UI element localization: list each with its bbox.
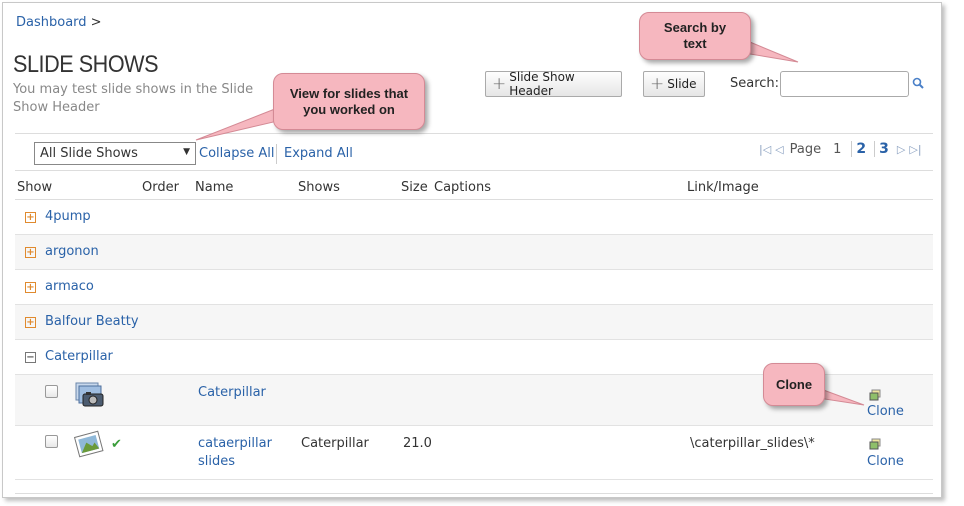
expand-plus-icon[interactable]: + bbox=[25, 212, 36, 223]
add-slide-show-header-label: Slide Show Header bbox=[509, 70, 575, 98]
page-title: SLIDE SHOWS bbox=[13, 51, 159, 78]
column-header-order[interactable]: Order bbox=[142, 180, 179, 195]
add-slide-show-header-button[interactable]: + Slide Show Header bbox=[485, 70, 622, 98]
slide-image-icon bbox=[73, 430, 104, 458]
next-page-icon[interactable]: ▷ bbox=[897, 143, 905, 156]
collapse-all-link[interactable]: Collapse All bbox=[199, 146, 275, 161]
group-label[interactable]: Caterpillar bbox=[45, 349, 113, 364]
search-input[interactable] bbox=[780, 71, 909, 97]
plus-icon: + bbox=[650, 74, 665, 94]
group-label[interactable]: argonon bbox=[45, 244, 99, 259]
checkmark-icon: ✔ bbox=[111, 437, 122, 452]
callout-clone-text: Clone bbox=[775, 376, 813, 392]
breadcrumb-separator: > bbox=[90, 15, 102, 30]
expand-plus-icon[interactable]: + bbox=[25, 282, 36, 293]
first-page-icon[interactable]: |◁ bbox=[759, 143, 771, 156]
page-frame: Dashboard > SLIDE SHOWS You may test sli… bbox=[2, 2, 942, 498]
column-header-link-image[interactable]: Link/Image bbox=[687, 180, 759, 195]
clone-icon[interactable] bbox=[869, 389, 881, 401]
clone-link[interactable]: Clone bbox=[867, 453, 904, 471]
add-slide-button[interactable]: + Slide bbox=[643, 71, 705, 97]
slide-name-line: cataerpillar bbox=[198, 436, 272, 451]
clone-link[interactable]: Clone bbox=[867, 403, 904, 421]
column-header-size[interactable]: Size bbox=[401, 180, 428, 195]
shows-value: Caterpillar bbox=[301, 436, 369, 451]
slide-name-link[interactable]: cataerpillar slides bbox=[198, 435, 272, 471]
show-checkbox[interactable] bbox=[45, 435, 58, 448]
column-header-show: Show bbox=[17, 180, 53, 195]
callout-search-text: Search by text bbox=[663, 20, 727, 51]
breadcrumb: Dashboard > bbox=[16, 15, 102, 30]
column-header-captions[interactable]: Captions bbox=[434, 180, 491, 195]
callout-search: Search by text bbox=[639, 12, 751, 60]
collapse-minus-icon[interactable]: − bbox=[25, 352, 36, 363]
divider bbox=[276, 144, 277, 164]
search-icon[interactable] bbox=[912, 77, 924, 89]
group-row: + armaco bbox=[15, 270, 933, 305]
plus-icon: + bbox=[492, 74, 507, 94]
prev-page-icon[interactable]: ◁ bbox=[775, 143, 783, 156]
group-label[interactable]: 4pump bbox=[45, 209, 91, 224]
filter-selected-value: All Slide Shows bbox=[40, 146, 138, 161]
slideshow-camera-icon bbox=[75, 382, 104, 407]
clone-icon[interactable] bbox=[869, 438, 881, 450]
group-row: + Balfour Beatty bbox=[15, 305, 933, 340]
page-label: Page bbox=[789, 141, 822, 157]
group-row: + 4pump bbox=[15, 200, 933, 235]
page-subtitle: You may test slide shows in the Slide Sh… bbox=[13, 82, 254, 115]
link-image-value: \caterpillar_slides\* bbox=[690, 436, 815, 451]
current-page: 1 bbox=[833, 141, 842, 157]
table-bottom-border bbox=[15, 493, 933, 494]
slide-name-link[interactable]: Caterpillar bbox=[198, 384, 266, 402]
table-row: ✔ cataerpillar slides Caterpillar 21.0 \… bbox=[15, 426, 933, 480]
callout-view-text: View for slides that you worked on bbox=[289, 85, 409, 117]
expand-plus-icon[interactable]: + bbox=[25, 317, 36, 328]
add-slide-label: Slide bbox=[667, 77, 697, 91]
pager: |◁ ◁ Page 1 2 3 ▷ ▷| bbox=[759, 141, 922, 157]
slide-name-line: slides bbox=[198, 454, 236, 469]
column-header-name[interactable]: Name bbox=[195, 180, 233, 195]
callout-view: View for slides that you worked on bbox=[273, 73, 425, 130]
search-label: Search: bbox=[730, 76, 780, 91]
page-link-2[interactable]: 2 bbox=[851, 141, 870, 157]
show-checkbox[interactable] bbox=[45, 385, 58, 398]
callout-clone: Clone bbox=[763, 363, 825, 406]
column-header-shows[interactable]: Shows bbox=[298, 180, 340, 195]
slide-show-filter-select[interactable]: All Slide Shows ▼ bbox=[34, 142, 196, 165]
expand-all-link[interactable]: Expand All bbox=[284, 146, 353, 161]
group-row: + argonon bbox=[15, 235, 933, 270]
expand-plus-icon[interactable]: + bbox=[25, 247, 36, 258]
breadcrumb-dashboard-link[interactable]: Dashboard bbox=[16, 15, 87, 30]
size-value: 21.0 bbox=[403, 436, 432, 451]
page-link-3[interactable]: 3 bbox=[874, 141, 893, 157]
group-label[interactable]: Balfour Beatty bbox=[45, 314, 139, 329]
group-label[interactable]: armaco bbox=[45, 279, 94, 294]
dropdown-arrow-icon: ▼ bbox=[183, 147, 190, 157]
last-page-icon[interactable]: ▷| bbox=[909, 143, 921, 156]
